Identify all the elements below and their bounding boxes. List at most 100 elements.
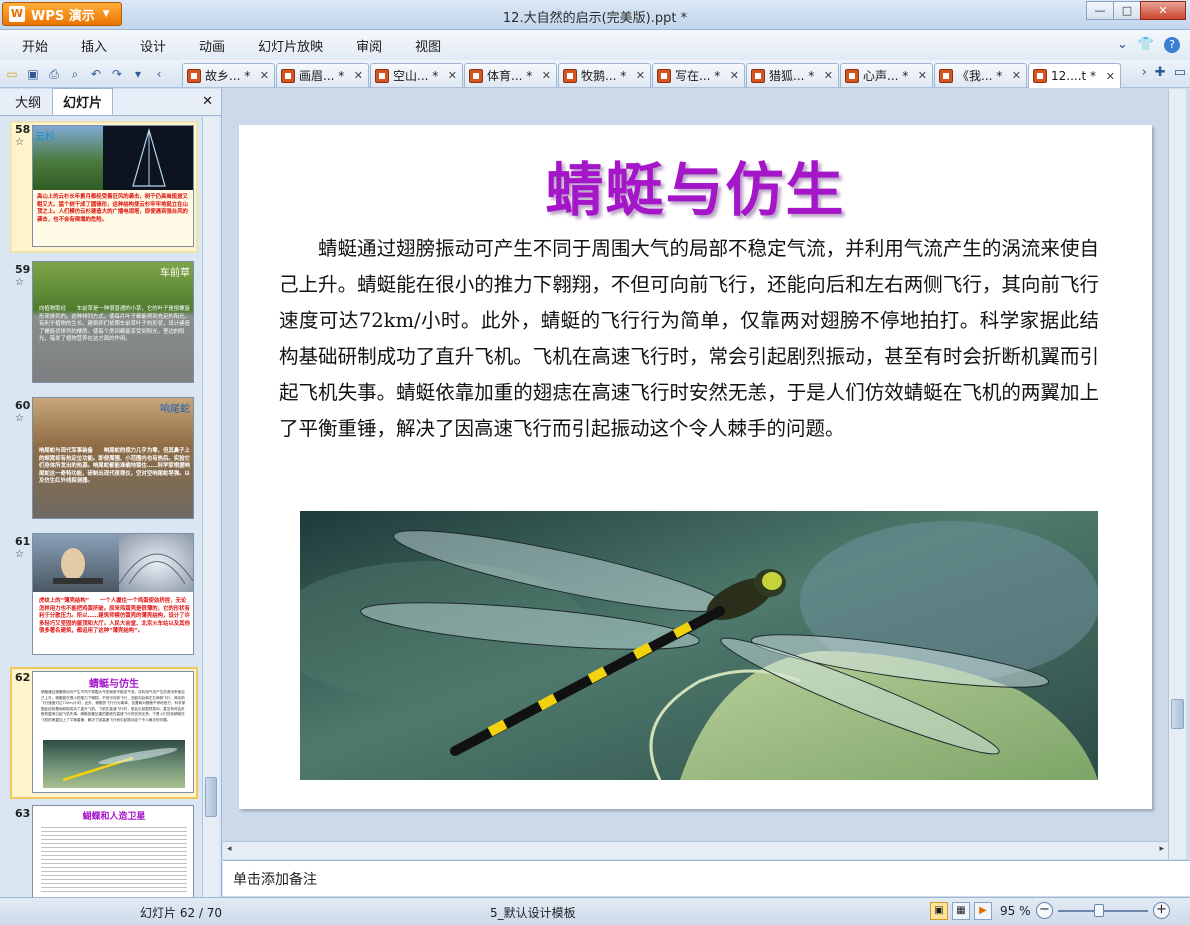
template-name[interactable]: 5_默认设计模板 xyxy=(490,904,576,921)
zoom-slider-handle[interactable] xyxy=(1094,904,1104,917)
ppt-file-icon xyxy=(657,68,671,83)
thumbnail-scrollbar[interactable] xyxy=(202,117,219,897)
thumb-text: 向植物取经 车前草是一种很普通的小草，它的叶子是按螺旋形来排列的。这种排列方式，… xyxy=(39,306,190,342)
thumb-number: 59 xyxy=(15,263,31,276)
collapse-ribbon-icon[interactable]: ⌄ xyxy=(1117,37,1128,53)
maximize-button[interactable]: □ xyxy=(1113,1,1141,20)
quick-toolbar: ▭ ▣ ⎙ ⌕ ↶ ↷ ▾ ‹ 故乡... * ✕ 画眉... * ✕ 空山... … xyxy=(0,60,1190,88)
tab-close-icon[interactable]: ✕ xyxy=(730,69,739,82)
current-slide[interactable]: 蜻蜓与仿生 蜻蜓通过翅膀振动可产生不同于周围大气的局部不稳定气流，并利用气流产生… xyxy=(239,125,1152,809)
tab-close-icon[interactable]: ✕ xyxy=(1106,70,1115,83)
doc-tab[interactable]: 体育... * ✕ xyxy=(464,63,557,87)
doc-tab[interactable]: 猎狐... * ✕ xyxy=(746,63,839,87)
thumb-text: 虎纹上的“薄壳结构” 一个人握住一个鸡蛋使劲挤捏，无论怎样用力也不能把鸡蛋挤破。… xyxy=(39,598,190,634)
tab-close-icon[interactable]: ✕ xyxy=(1012,69,1021,82)
slide-thumbnail[interactable]: 车前草 向植物取经 车前草是一种很普通的小草，它的叶子是按螺旋形来排列的。这种排… xyxy=(32,261,194,383)
slide-title[interactable]: 蜻蜓与仿生 xyxy=(239,143,1152,227)
doc-tab[interactable]: 故乡... * ✕ xyxy=(182,63,275,87)
tab-slides[interactable]: 幻灯片 xyxy=(52,88,114,115)
slide-thumbnail[interactable]: 响尾蛇 响尾蛇与现代军事装备 响尾蛇的视力几乎为零，但其鼻子上的颊窝却有热定位功… xyxy=(32,397,194,519)
zoom-out-icon[interactable]: − xyxy=(1036,902,1053,919)
customize-icon[interactable]: ▾ xyxy=(129,65,147,83)
doc-tab[interactable]: 心声... * ✕ xyxy=(840,63,933,87)
thumb-number: 58 xyxy=(15,123,31,136)
menu-slideshow[interactable]: 幻灯片放映 xyxy=(258,36,323,55)
dragonfly-thumb-image xyxy=(62,748,178,782)
tower-image xyxy=(132,127,166,187)
tab-list-icon[interactable]: ▭ xyxy=(1174,65,1186,80)
sorter-view-icon[interactable]: ▦ xyxy=(952,902,970,920)
tab-close-icon[interactable]: ✕ xyxy=(542,69,551,82)
slide-thumbnail[interactable]: 虎纹上的“薄壳结构” 一个人握住一个鸡蛋使劲挤捏，无论怎样用力也不能把鸡蛋挤破。… xyxy=(32,533,194,655)
ppt-file-icon xyxy=(187,68,201,83)
thumb-caption: 响尾蛇 xyxy=(160,404,190,415)
normal-view-icon[interactable]: ▣ xyxy=(930,902,948,920)
menu-design[interactable]: 设计 xyxy=(140,36,166,55)
editor-horizontal-scrollbar[interactable]: ◂ ▸ xyxy=(223,841,1168,859)
tab-close-icon[interactable]: ✕ xyxy=(918,69,927,82)
ppt-file-icon xyxy=(939,68,953,83)
scroll-left-icon[interactable]: ◂ xyxy=(227,844,232,854)
slide-thumbnail-selected[interactable]: 蜻蜓与仿生 蜻蜓通过翅膀振动可产生不同于周围大气的局部不稳定气流，并利用气流产生… xyxy=(32,671,194,793)
tab-close-icon[interactable]: ✕ xyxy=(260,69,269,82)
open-icon[interactable]: ▭ xyxy=(3,65,21,83)
new-tab-icon[interactable]: ✚ xyxy=(1155,65,1166,80)
zoom-level[interactable]: 95 % xyxy=(1000,904,1031,918)
slides-pane: 大纲 幻灯片 ✕ 58 ☆ 云杉 高山上的云杉长年累月都经受着狂风的袭击，树干仍… xyxy=(0,88,222,897)
menu-animation[interactable]: 动画 xyxy=(199,36,225,55)
dragonfly-photo xyxy=(300,511,1098,780)
slide-thumbnail[interactable]: 蝴蝶和人造卫星 xyxy=(32,805,194,897)
menu-home[interactable]: 开始 xyxy=(22,36,48,55)
save-icon[interactable]: ▣ xyxy=(24,65,42,83)
slide-body-text[interactable]: 蜻蜓通过翅膀振动可产生不同于周围大气的局部不稳定气流，并利用气流产生的涡流来使自… xyxy=(279,231,1099,447)
editor-vertical-scrollbar[interactable] xyxy=(1168,89,1186,859)
animation-star-icon: ☆ xyxy=(15,277,24,288)
minimize-button[interactable]: — xyxy=(1086,1,1114,20)
thumb-number: 60 xyxy=(15,399,31,412)
doc-tab[interactable]: 空山... * ✕ xyxy=(370,63,463,87)
animation-star-icon: ☆ xyxy=(15,413,24,424)
tabs-left-icon[interactable]: ‹ xyxy=(150,65,168,83)
dragonfly-image[interactable] xyxy=(300,511,1098,780)
tab-close-icon[interactable]: ✕ xyxy=(824,69,833,82)
help-icon[interactable]: ? xyxy=(1164,37,1180,53)
thumb-caption: 车前草 xyxy=(160,268,190,279)
tab-close-icon[interactable]: ✕ xyxy=(354,69,363,82)
tab-close-icon[interactable]: ✕ xyxy=(636,69,645,82)
slide-thumbnail[interactable]: 云杉 高山上的云杉长年累月都经受着狂风的袭击，树干仍高耸挺拔又粗又大。猛个树干成… xyxy=(32,125,194,247)
animation-star-icon: ☆ xyxy=(15,137,24,148)
egg-image xyxy=(53,548,103,584)
ppt-file-icon xyxy=(375,68,389,83)
menu-view[interactable]: 视图 xyxy=(415,36,441,55)
scroll-right-icon[interactable]: ▸ xyxy=(1159,844,1164,854)
doc-tab[interactable]: 画眉... * ✕ xyxy=(276,63,369,87)
notes-input[interactable]: 单击添加备注 xyxy=(223,860,1190,896)
tabs-right-icon[interactable]: › xyxy=(1142,65,1147,80)
tab-close-icon[interactable]: ✕ xyxy=(448,69,457,82)
doc-tab[interactable]: 写在... * ✕ xyxy=(652,63,745,87)
dome-image xyxy=(118,553,193,585)
thumb-caption: 云杉 xyxy=(35,132,55,143)
thumb-caption: 蝴蝶和人造卫星 xyxy=(82,812,146,822)
print-preview-icon[interactable]: ⌕ xyxy=(66,65,84,83)
thumb-number: 63 xyxy=(15,807,31,820)
skin-icon[interactable]: 👕 xyxy=(1138,37,1154,53)
print-icon[interactable]: ⎙ xyxy=(45,65,63,83)
thumb-text: 蜻蜓通过翅膀振动可产生不同于周围大气的局部不稳定气流，并利用气流产生的涡流来使自… xyxy=(41,690,186,722)
doc-tab-active[interactable]: 12....t * ✕ xyxy=(1028,63,1121,88)
thumb-caption: 蜻蜓与仿生 xyxy=(89,679,139,690)
redo-icon[interactable]: ↷ xyxy=(108,65,126,83)
undo-icon[interactable]: ↶ xyxy=(87,65,105,83)
doc-tab[interactable]: 牧鹅... * ✕ xyxy=(558,63,651,87)
zoom-in-icon[interactable]: + xyxy=(1153,902,1170,919)
thumb-text: 响尾蛇与现代军事装备 响尾蛇的视力几乎为零，但其鼻子上的颊窝却有热定位功能。即使… xyxy=(39,448,190,484)
tab-outline[interactable]: 大纲 xyxy=(4,88,52,115)
close-button[interactable]: ✕ xyxy=(1140,1,1186,20)
doc-tab[interactable]: 《我... * ✕ xyxy=(934,63,1027,87)
slideshow-view-icon[interactable]: ▶ xyxy=(974,902,992,920)
menu-insert[interactable]: 插入 xyxy=(81,36,107,55)
slide-counter: 幻灯片 62 / 70 xyxy=(140,906,223,920)
pane-close-icon[interactable]: ✕ xyxy=(202,94,213,109)
menu-review[interactable]: 审阅 xyxy=(356,36,382,55)
ppt-file-icon xyxy=(281,68,295,83)
